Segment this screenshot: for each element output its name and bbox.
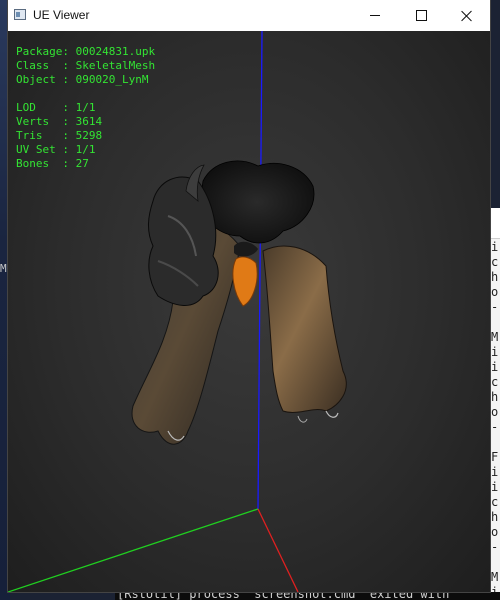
- minimize-icon: [370, 15, 380, 16]
- desktop-glyph: M: [0, 262, 7, 275]
- claw-right-2: [297, 415, 308, 423]
- console-line: i: [491, 360, 499, 374]
- ue-viewer-window[interactable]: UE Viewer Package: 00024831.upk Class: …: [8, 0, 490, 592]
- info-bones-label: Bones :: [16, 157, 76, 170]
- orange-pendant: [232, 256, 258, 307]
- console-line: -: [491, 300, 499, 314]
- info-class-value: SkeletalMesh: [75, 59, 156, 72]
- console-line: -: [491, 420, 499, 434]
- bottom-console-text: [RstUtil] process "screenshot.cmd" exite…: [117, 592, 450, 600]
- info-object-value: 090020_LynM: [75, 73, 149, 86]
- maximize-icon: [415, 10, 427, 21]
- console-line: i: [491, 480, 499, 494]
- info-lod-value: 1/1: [75, 101, 96, 114]
- minimize-button[interactable]: [352, 0, 398, 31]
- console-line: c: [491, 495, 499, 509]
- info-lod: LOD : 1/1: [16, 101, 155, 115]
- console-line: i: [491, 465, 499, 479]
- console-line: o: [491, 405, 499, 419]
- info-uvset-label: UV Set :: [16, 143, 76, 156]
- console-line: i: [491, 240, 499, 254]
- info-tris-label: Tris :: [16, 129, 76, 142]
- console-line: h: [491, 390, 499, 404]
- axis-x-line: [257, 508, 299, 592]
- console-line: o: [491, 525, 499, 539]
- info-class: Class : SkeletalMesh: [16, 59, 155, 73]
- close-icon: [461, 10, 473, 22]
- info-package-label: Package:: [16, 45, 76, 58]
- info-package: Package: 00024831.upk: [16, 45, 155, 59]
- console-line: h: [491, 270, 499, 284]
- console-line: h: [491, 510, 499, 524]
- info-bones-value: 27: [75, 157, 89, 170]
- info-lod-label: LOD :: [16, 101, 76, 114]
- info-object: Object : 090020_LynM: [16, 73, 155, 87]
- console-line: c: [491, 255, 499, 269]
- console-lines: icho- Miicho- Fiicho- Mi: [491, 240, 498, 600]
- console-line: i: [491, 345, 499, 359]
- console-line: -: [491, 540, 499, 554]
- console-header: [490, 208, 500, 239]
- info-bones: Bones : 27: [16, 157, 155, 171]
- info-object-label: Object :: [16, 73, 76, 86]
- background-console-window[interactable]: icho- Miicho- Fiicho- Mi: [490, 208, 500, 600]
- info-tris-value: 5298: [75, 129, 103, 142]
- title-bar[interactable]: UE Viewer: [8, 0, 490, 31]
- claw-right: [325, 410, 339, 418]
- info-verts-value: 3614: [75, 115, 103, 128]
- mesh-info-panel: Package: 00024831.upk Class : SkeletalMe…: [16, 45, 155, 171]
- cape-right: [262, 245, 347, 413]
- info-uvset-value: 1/1: [75, 143, 96, 156]
- bottom-console-output: [RstUtil] process "screenshot.cmd" exite…: [115, 592, 500, 600]
- info-verts-label: Verts :: [16, 115, 76, 128]
- console-line: M: [491, 570, 499, 584]
- 3d-viewport[interactable]: Package: 00024831.upk Class : SkeletalMe…: [8, 31, 490, 592]
- info-verts: Verts : 3614: [16, 115, 155, 129]
- app-window-icon: [14, 9, 26, 20]
- window-title: UE Viewer: [33, 8, 90, 22]
- maximize-button[interactable]: [398, 0, 444, 31]
- console-line: o: [491, 285, 499, 299]
- info-tris: Tris : 5298: [16, 129, 155, 143]
- console-line: c: [491, 375, 499, 389]
- axis-z-line: [257, 31, 263, 510]
- console-line: F: [491, 450, 499, 464]
- console-line: M: [491, 330, 499, 344]
- close-button[interactable]: [444, 0, 490, 31]
- info-package-value: 00024831.upk: [75, 45, 156, 58]
- info-uvset: UV Set : 1/1: [16, 143, 155, 157]
- pendant-cap: [234, 241, 258, 257]
- axis-y-line: [8, 508, 259, 592]
- info-class-label: Class :: [16, 59, 76, 72]
